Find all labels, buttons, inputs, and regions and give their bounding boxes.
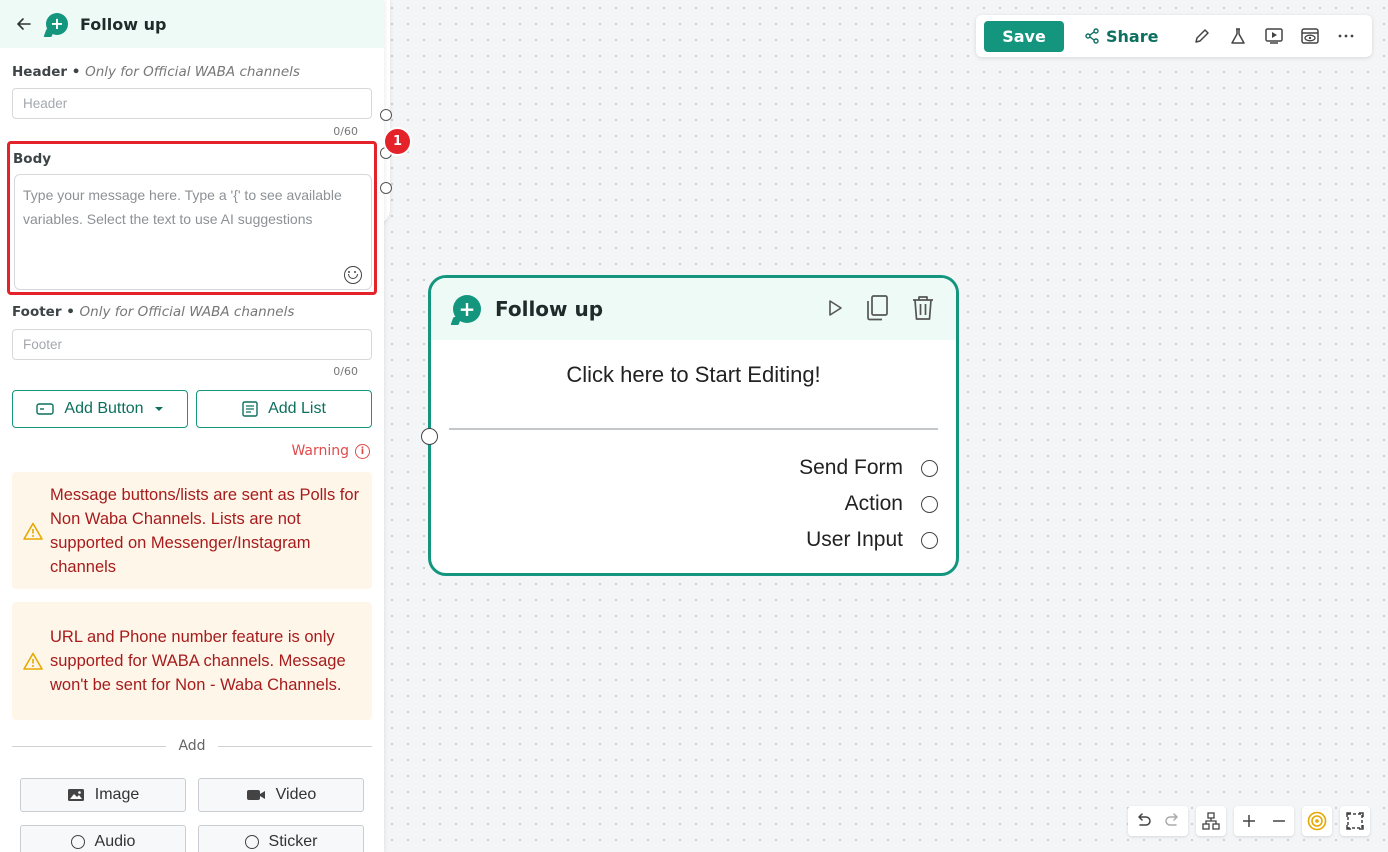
undo-redo-group (1128, 806, 1188, 836)
caret-down-icon (154, 407, 163, 411)
save-button[interactable]: Save (984, 20, 1064, 52)
annotation-badge: 1 (383, 127, 412, 156)
warning-triangle-icon (16, 652, 50, 670)
output-handle[interactable] (921, 459, 938, 477)
header-label-text: Header (12, 64, 68, 80)
add-audio-label: Audio (94, 833, 136, 850)
add-divider: Add (12, 738, 373, 754)
add-video-button[interactable]: Video (198, 778, 364, 812)
zoom-in-icon[interactable] (1234, 806, 1264, 836)
panel-title: Follow up (80, 14, 167, 34)
output-handle[interactable] (921, 495, 938, 513)
body-textarea[interactable] (14, 174, 372, 290)
add-image-label: Image (94, 786, 140, 803)
list-icon (242, 401, 258, 417)
redo-icon[interactable] (1158, 806, 1188, 836)
auto-layout-icon[interactable] (1196, 806, 1226, 836)
header-note: Only for Official WABA channels (85, 64, 300, 80)
add-divider-label: Add (178, 738, 206, 754)
info-icon: i (355, 443, 370, 459)
footer-label-sep: • (61, 304, 80, 320)
more-options-icon[interactable] (1328, 21, 1364, 51)
zoom-out-icon[interactable] (1264, 806, 1294, 836)
node-edit-prompt[interactable]: Click here to Start Editing! (431, 362, 956, 388)
trash-icon[interactable] (910, 294, 936, 322)
body-highlight-box: Body (7, 141, 377, 295)
node-title: Follow up (495, 297, 604, 321)
panel-header: + Follow up (0, 0, 384, 48)
header-char-counter: 0/60 (333, 125, 358, 138)
view-eye-icon[interactable] (1292, 21, 1328, 51)
background-node-handle[interactable] (380, 182, 392, 194)
whatsapp-message-icon: + (453, 295, 481, 323)
preview-play-icon[interactable] (1256, 21, 1292, 51)
audio-icon (70, 835, 85, 849)
share-button[interactable]: Share (1084, 27, 1158, 46)
output-handle[interactable] (921, 531, 938, 549)
warning-box-waba: URL and Phone number feature is only sup… (12, 602, 372, 720)
output-send-form: Send Form (799, 456, 938, 480)
add-sticker-label: Sticker (268, 833, 318, 850)
add-list-label: Add List (268, 400, 326, 417)
header-input[interactable] (12, 88, 372, 119)
footer-char-counter: 0/60 (333, 365, 358, 378)
node-input-handle[interactable] (421, 428, 438, 445)
share-icon (1085, 28, 1099, 44)
image-icon (67, 789, 84, 801)
focus-target-icon[interactable] (1302, 806, 1332, 836)
share-label: Share (1106, 26, 1159, 46)
pencil-icon[interactable] (1184, 21, 1220, 51)
header-label-sep: • (67, 64, 86, 80)
footer-note: Only for Official WABA channels (79, 304, 295, 320)
node-edit-panel: + Follow up Header • Only for Official W… (0, 0, 384, 852)
add-button-label: Add Button (64, 400, 144, 417)
warning-text: Message buttons/lists are sent as Polls … (50, 485, 360, 576)
node-actions (826, 294, 936, 322)
body-label: Body (13, 151, 52, 167)
canvas-controls (1128, 806, 1370, 836)
add-image-button[interactable]: Image (20, 778, 186, 812)
whatsapp-message-icon: + (46, 13, 68, 35)
footer-label: Footer • Only for Official WABA channels (12, 304, 294, 320)
button-icon (36, 403, 55, 415)
header-label: Header • Only for Official WABA channels (12, 64, 300, 80)
add-button-dropdown[interactable]: Add Button (12, 390, 188, 428)
output-action: Action (845, 492, 938, 516)
output-label: Action (844, 492, 903, 515)
warning-triangle-icon (16, 522, 50, 540)
add-video-label: Video (275, 786, 317, 803)
add-list-button[interactable]: Add List (196, 390, 372, 428)
back-arrow-icon[interactable] (14, 14, 34, 34)
flask-icon[interactable] (1220, 21, 1256, 51)
undo-icon[interactable] (1128, 806, 1158, 836)
add-sticker-button[interactable]: Sticker (198, 825, 364, 852)
warning-text: URL and Phone number feature is only sup… (50, 628, 346, 694)
flow-node[interactable]: + Follow up Click here to Start Editing!… (421, 275, 959, 576)
zoom-group (1234, 806, 1294, 836)
canvas-toolbar: Save Share (976, 15, 1372, 57)
footer-input[interactable] (12, 329, 372, 360)
warning-link[interactable]: Warning i (291, 443, 370, 459)
add-audio-button[interactable]: Audio (20, 825, 186, 852)
background-node-handle[interactable] (380, 109, 392, 121)
node-divider (449, 428, 938, 430)
sticker-icon (244, 835, 259, 849)
video-icon (246, 790, 265, 800)
output-user-input: User Input (806, 528, 938, 552)
warning-box-polls: Message buttons/lists are sent as Polls … (12, 472, 372, 589)
fit-view-icon[interactable] (1340, 806, 1370, 836)
play-icon[interactable] (826, 298, 844, 318)
output-label: User Input (806, 528, 903, 551)
copy-icon[interactable] (864, 294, 890, 322)
emoji-icon[interactable] (344, 266, 362, 284)
footer-label-text: Footer (12, 304, 62, 320)
warning-link-text: Warning (291, 443, 349, 459)
output-label: Send Form (799, 456, 903, 479)
